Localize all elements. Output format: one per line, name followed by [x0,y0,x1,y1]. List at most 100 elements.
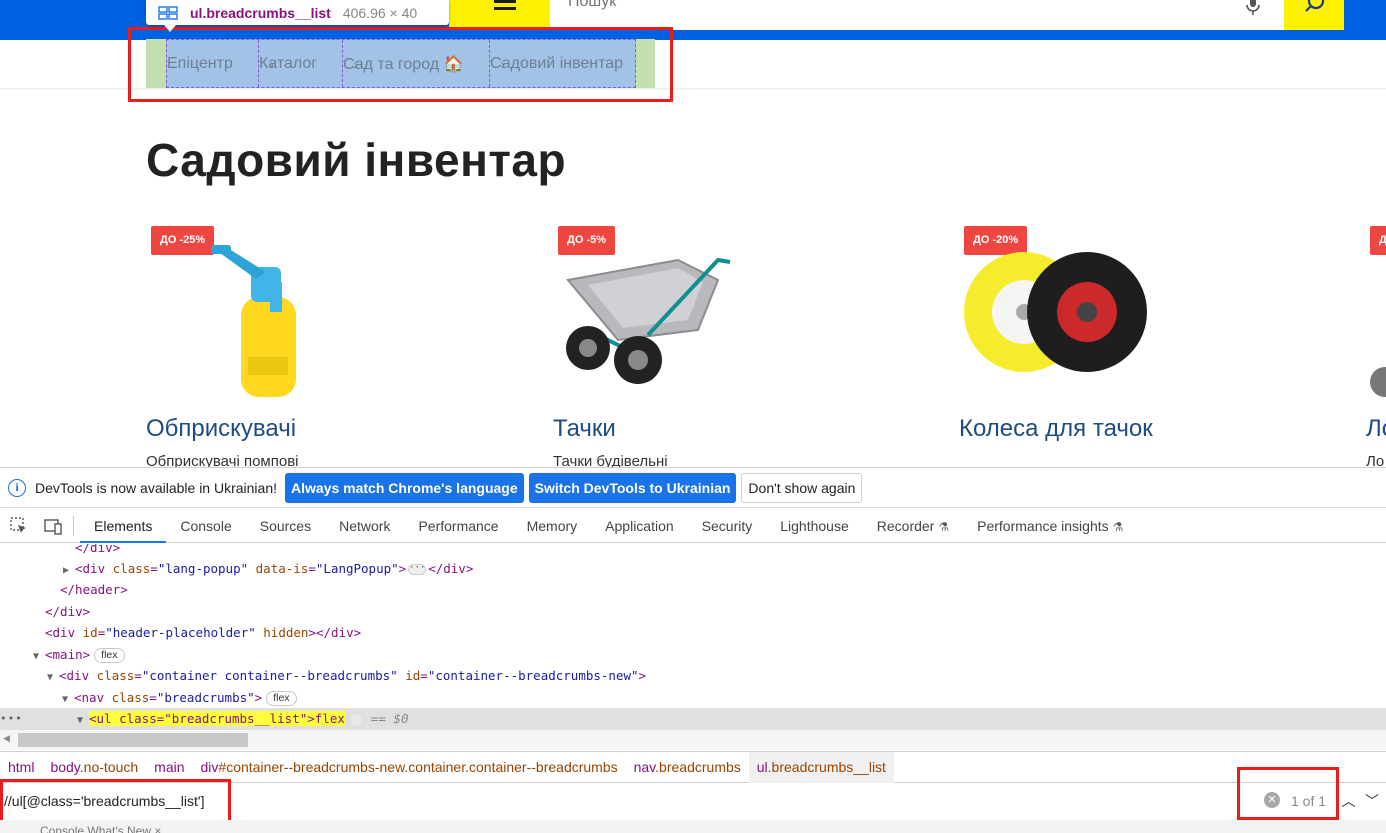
element-crumb[interactable]: div#container--breadcrumbs-new.container… [193,752,626,783]
element-crumb-active[interactable]: ul.breadcrumbs__list [748,751,894,783]
collapsed-content-icon[interactable]: ··· [408,564,427,575]
flex-badge[interactable]: flex [266,691,297,706]
tab-recorder[interactable]: Recorder ⚗ [863,509,963,543]
wheelbarrow-image [566,257,731,384]
collapse-triangle-icon[interactable]: ▼ [47,667,59,689]
dom-node[interactable]: </div> [0,601,1386,623]
tab-security[interactable]: Security [688,509,767,543]
crumb-detail: #container--breadcrumbs-new.container.co… [218,758,618,775]
element-inspector-tooltip: ul.breadcrumbs__list 406.96 × 40 [146,0,449,25]
tab-lighthouse[interactable]: Lighthouse [766,509,863,543]
site-search-box[interactable]: Пошук [550,0,1284,30]
more-actions-icon[interactable]: ••• [0,708,23,730]
scroll-left-icon[interactable]: ◀ [3,733,10,744]
switch-to-ukrainian-button[interactable]: Switch DevTools to Ukrainian [528,472,737,503]
tooltip-arrow [164,25,176,32]
crumb-tag: html [8,758,35,775]
annotation-box [128,27,673,102]
previous-match-button[interactable]: ︿ [1336,786,1360,816]
infobar-message: DevTools is now available in Ukrainian! [35,479,278,496]
dom-tree: </div> ▶ <div class="lang-popup" data-is=… [0,544,1386,736]
dom-attr: hidden [263,625,309,640]
devtools-infobar: i DevTools is now available in Ukrainian… [0,468,1386,508]
circle-icon[interactable] [348,712,363,727]
dom-tag: <main> [45,647,91,662]
website-viewport: Пошук Епіцентр › Каталог › Сад та город … [0,0,1386,467]
element-crumb[interactable]: main [146,752,192,783]
tab-performance-insights-label: Performance insights [977,517,1109,534]
crumb-tag: ul [756,758,768,775]
drawer-tabs: Console What's New × [40,824,162,833]
divider [73,515,74,536]
category-title[interactable]: Обприскувачі [146,415,296,443]
menu-icon[interactable] [494,0,516,14]
product-image [1370,367,1386,397]
category-title[interactable]: Колеса для тачок [959,415,1153,443]
dom-node[interactable]: ▼ <nav class="breadcrumbs"> flex [0,687,1386,709]
dom-node[interactable]: ▼ <main> flex [0,644,1386,666]
discount-badge: Д [1370,226,1386,255]
dom-node-selected[interactable]: ••• ▼ <ul class="breadcrumbs__list">flex =… [0,708,1386,730]
collapse-triangle-icon[interactable]: ▼ [77,710,89,732]
dom-attr: data-is [255,561,309,576]
tab-performance[interactable]: Performance [404,509,512,543]
element-crumb[interactable]: html [0,752,42,783]
dom-attr-value: "breadcrumbs" [156,690,255,705]
crumb-detail: .breadcrumbs [655,758,741,775]
next-match-button[interactable]: ﹀ [1360,786,1384,816]
category-subtitle[interactable]: Тачки будівельні [553,453,668,467]
category-title[interactable]: Тачки [553,415,616,443]
dom-attr-value: "lang-popup" [157,561,249,576]
dom-node[interactable]: ▶ <div class="lang-popup" data-is="LangPo… [0,558,1386,580]
crumb-detail: .no-touch [79,758,139,775]
dom-node[interactable]: </div> [0,544,1386,559]
dom-node[interactable]: </header> [0,579,1386,601]
grid-icon [158,5,178,20]
flex-badge[interactable]: flex [94,648,125,663]
dom-node[interactable]: ▼ <div class="container container--breadc… [0,665,1386,687]
site-search-button[interactable] [1284,0,1344,30]
tab-sources[interactable]: Sources [246,509,325,543]
flex-badge[interactable]: flex [314,711,345,726]
crumb-tag: main [154,758,185,775]
element-crumb[interactable]: body.no-touch [42,752,146,783]
dom-tag: <div [75,561,106,576]
dom-attr-value: "LangPopup" [315,561,399,576]
category-subtitle[interactable]: Обприскувачі помпові [146,453,299,467]
crumb-tag: div [200,758,219,775]
search-icon [1305,0,1325,12]
crumb-tag: body [50,758,80,775]
horizontal-scrollbar[interactable]: ◀ [0,730,1386,750]
tab-memory[interactable]: Memory [513,509,592,543]
tab-network[interactable]: Network [325,509,404,543]
always-match-language-button[interactable]: Always match Chrome's language [285,472,524,503]
inspect-element-icon[interactable] [9,516,29,536]
dom-tag: </div> [45,604,91,619]
discount-badge: ДО -25% [151,226,215,255]
tab-elements[interactable]: Elements [80,509,167,543]
tab-console[interactable]: Console [166,509,245,543]
element-crumb[interactable]: nav.breadcrumbs [626,752,749,783]
sprayer-image [211,245,296,397]
tooltip-selector: ul.breadcrumbs__list [190,4,331,21]
dom-node[interactable]: <div id="header-placeholder" hidden></di… [0,622,1386,644]
annotation-box [0,779,231,823]
device-toolbar-icon[interactable] [43,516,63,536]
microphone-icon[interactable] [1244,0,1262,16]
crumb-tag: nav [633,758,656,775]
category-title[interactable]: Ло [1366,415,1386,443]
dom-attr-value: "container container--breadcrumbs" [141,668,398,683]
dom-tag: </div> [428,561,474,576]
scrollbar-thumb[interactable] [18,733,248,747]
tab-performance-insights[interactable]: Performance insights ⚗ [963,509,1137,543]
category-subtitle[interactable]: Ло [1366,453,1384,467]
dom-attr: id [82,625,98,640]
site-search-placeholder: Пошук [568,0,617,10]
dom-attr-value: "container--breadcrumbs-new" [427,668,639,683]
drawer-tabbar: Console What's New × [0,820,1386,833]
dom-tag-highlighted: <ul class="breadcrumbs__list"> [89,711,315,726]
crumb-detail: .breadcrumbs__list [767,758,886,775]
tab-application[interactable]: Application [591,509,688,543]
dont-show-again-button[interactable]: Don't show again [741,472,863,503]
dom-attr: class [112,561,151,576]
